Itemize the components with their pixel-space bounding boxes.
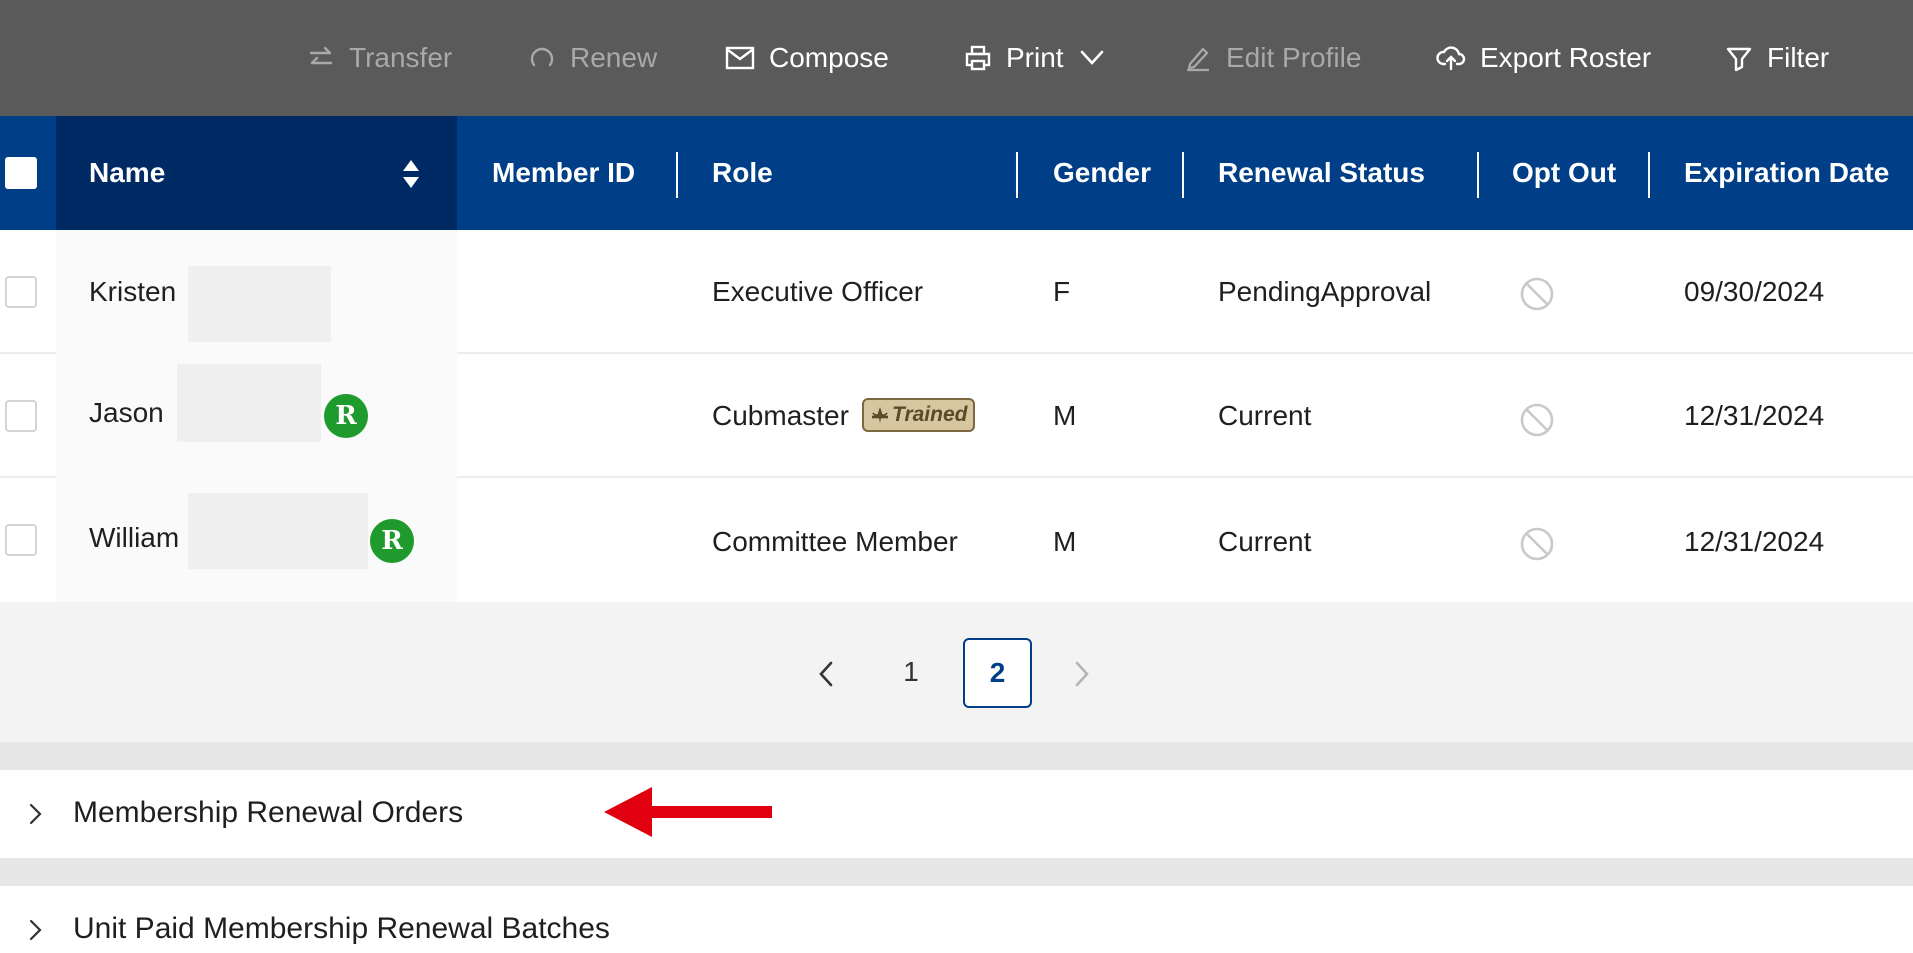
member-gender: F <box>1053 276 1071 307</box>
print-label: Print <box>1006 42 1064 73</box>
redacted-surname <box>188 266 331 342</box>
chevron-right-icon <box>29 919 42 941</box>
renewal-badge-icon: R <box>370 519 414 563</box>
member-name[interactable]: Kristen <box>89 276 176 308</box>
chevron-right-icon <box>29 803 42 825</box>
section-divider <box>0 742 1913 770</box>
filter-label: Filter <box>1767 42 1830 73</box>
accordion-unit-paid-renewal-batches[interactable]: Unit Paid Membership Renewal Batches <box>0 886 1913 953</box>
table-row[interactable]: William R Committee Member M Current 12/… <box>0 478 1913 602</box>
accordion-label: Membership Renewal Orders <box>73 796 464 829</box>
trained-label: Trained <box>892 403 968 426</box>
row-checkbox[interactable] <box>5 276 37 308</box>
red-arrow-annotation <box>604 787 772 837</box>
table-row[interactable]: Kristen Executive Officer F PendingAppro… <box>0 230 1913 354</box>
column-separator <box>1648 152 1650 198</box>
row-checkbox[interactable] <box>5 400 37 432</box>
sort-icon[interactable] <box>402 159 420 189</box>
column-header-role[interactable]: Role <box>712 116 773 230</box>
chevron-left-icon <box>819 661 833 687</box>
filter-icon <box>1726 47 1752 72</box>
filter-button[interactable]: Filter <box>1725 0 1829 116</box>
page-2-button[interactable]: 2 <box>963 638 1032 708</box>
member-role: Cubmaster <box>712 400 849 431</box>
opt-out-icon <box>1520 277 1554 311</box>
expiration-date: 12/31/2024 <box>1684 526 1825 557</box>
renewal-status: PendingApproval <box>1218 276 1432 307</box>
column-header-member-id[interactable]: Member ID <box>492 116 635 230</box>
column-separator <box>1016 152 1018 198</box>
accordion-membership-renewal-orders[interactable]: Membership Renewal Orders <box>0 770 1913 858</box>
expiration-date: 09/30/2024 <box>1684 276 1825 307</box>
select-all-checkbox[interactable] <box>5 157 37 189</box>
action-toolbar: Transfer Renew Compose Print Edit Profil… <box>0 0 1913 116</box>
member-role: Committee Member <box>712 526 958 557</box>
redacted-surname <box>177 364 321 442</box>
print-button[interactable]: Print <box>964 0 1120 116</box>
column-separator <box>676 152 678 198</box>
compose-label: Compose <box>769 42 889 73</box>
column-header-name[interactable]: Name <box>89 116 165 230</box>
printer-icon <box>965 45 991 71</box>
transfer-icon <box>309 46 333 65</box>
expiration-date: 12/31/2024 <box>1684 400 1825 431</box>
member-role: Executive Officer <box>712 276 924 307</box>
section-divider <box>0 858 1913 886</box>
edit-profile-button[interactable]: Edit Profile <box>1184 0 1361 116</box>
renew-icon <box>530 47 554 67</box>
page-1-button[interactable]: 1 <box>890 638 932 706</box>
trained-badge: Trained <box>862 398 976 432</box>
row-checkbox[interactable] <box>5 524 37 556</box>
column-header-opt-out[interactable]: Opt Out <box>1512 116 1616 230</box>
renew-button[interactable]: Renew <box>528 0 657 116</box>
member-gender: M <box>1053 400 1077 431</box>
renew-label: Renew <box>570 42 658 73</box>
table-header: Name Member ID Role Gender Renewal Statu… <box>0 116 1913 230</box>
opt-out-icon <box>1520 527 1554 561</box>
accordion-label: Unit Paid Membership Renewal Batches <box>73 912 610 945</box>
column-header-gender[interactable]: Gender <box>1053 116 1151 230</box>
member-name[interactable]: Jason <box>89 397 164 429</box>
opt-out-icon <box>1520 403 1554 437</box>
member-gender: M <box>1053 526 1077 557</box>
column-separator <box>1477 152 1479 198</box>
redacted-surname <box>188 493 368 569</box>
next-page-button[interactable] <box>1064 652 1100 696</box>
previous-page-button[interactable] <box>808 652 844 696</box>
renewal-badge-icon: R <box>324 394 368 438</box>
export-roster-label: Export Roster <box>1480 42 1652 73</box>
pencil-icon <box>1187 47 1209 72</box>
table-row[interactable]: Jason R Cubmaster Trained M Current 12/3… <box>0 354 1913 478</box>
member-name[interactable]: William <box>89 522 179 554</box>
renewal-status: Current <box>1218 400 1312 431</box>
compose-button[interactable]: Compose <box>725 0 889 116</box>
chevron-right-icon <box>1075 661 1089 687</box>
edit-profile-label: Edit Profile <box>1226 42 1362 73</box>
export-roster-button[interactable]: Export Roster <box>1436 0 1651 116</box>
transfer-label: Transfer <box>349 42 453 73</box>
column-header-renewal-status[interactable]: Renewal Status <box>1218 116 1425 230</box>
renewal-status: Current <box>1218 526 1312 557</box>
pagination: 1 2 <box>0 602 1913 742</box>
mail-icon <box>725 46 755 70</box>
transfer-button[interactable]: Transfer <box>307 0 452 116</box>
fleur-de-lis-icon <box>872 407 888 423</box>
chevron-down-icon <box>1080 50 1103 65</box>
column-separator <box>1182 152 1184 198</box>
cloud-upload-icon <box>1436 46 1466 71</box>
column-header-expiration-date[interactable]: Expiration Date <box>1684 116 1889 230</box>
